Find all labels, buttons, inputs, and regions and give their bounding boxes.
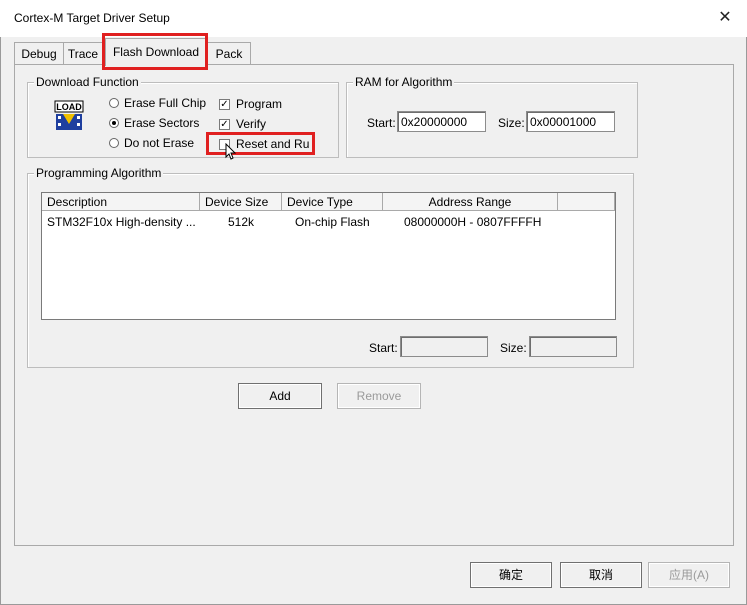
mouse-cursor-icon — [225, 143, 237, 160]
radio-erase-full-chip[interactable] — [109, 98, 119, 108]
cancel-button[interactable]: 取消 — [560, 562, 642, 588]
tab-debug[interactable]: Debug — [14, 42, 64, 65]
svg-text:LOAD: LOAD — [56, 102, 82, 112]
load-icon: LOAD — [54, 100, 84, 130]
remove-button[interactable]: Remove — [337, 383, 421, 409]
algorithm-list[interactable]: Description Device Size Device Type Addr… — [41, 192, 616, 320]
row-device-type: On-chip Flash — [295, 215, 370, 229]
algo-size-label: Size: — [500, 341, 527, 355]
column-header-description[interactable]: Description — [42, 193, 200, 211]
erase-full-chip-label: Erase Full Chip — [124, 96, 207, 110]
column-header-empty — [558, 193, 615, 211]
algo-size-input[interactable] — [529, 336, 617, 357]
radio-do-not-erase[interactable] — [109, 138, 119, 148]
ram-legend: RAM for Algorithm — [353, 75, 455, 89]
row-address-range: 08000000H - 0807FFFFH — [404, 215, 542, 229]
do-not-erase-label: Do not Erase — [124, 136, 195, 150]
close-icon[interactable]: ✕ — [713, 6, 737, 30]
column-header-device-size[interactable]: Device Size — [200, 193, 282, 211]
apply-button[interactable]: 应用(A) — [648, 562, 730, 588]
ram-size-input[interactable]: 0x00001000 — [526, 111, 615, 132]
row-device-size: 512k — [228, 215, 255, 229]
row-description: STM32F10x High-density ... — [47, 215, 196, 229]
program-label: Program — [236, 97, 283, 111]
title-bar: Cortex-M Target Driver Setup ✕ — [0, 0, 747, 37]
column-header-device-type[interactable]: Device Type — [282, 193, 383, 211]
ram-start-label: Start: — [367, 116, 396, 130]
tab-pack[interactable]: Pack — [207, 42, 251, 65]
window-title: Cortex-M Target Driver Setup — [14, 11, 170, 25]
ok-button[interactable]: 确定 — [470, 562, 552, 588]
programming-algorithm-legend: Programming Algorithm — [34, 166, 164, 180]
highlight-tab-box — [102, 33, 208, 70]
download-function-legend: Download Function — [34, 75, 141, 89]
target-driver-setup-dialog: Cortex-M Target Driver Setup ✕ Debug Tra… — [0, 0, 747, 605]
tab-trace[interactable]: Trace — [63, 42, 103, 65]
ram-size-label: Size: — [498, 116, 525, 130]
radio-erase-sectors[interactable] — [109, 118, 119, 128]
column-header-address-range[interactable]: Address Range — [383, 193, 558, 211]
ram-start-input[interactable]: 0x20000000 — [397, 111, 486, 132]
verify-label: Verify — [236, 117, 267, 131]
add-button[interactable]: Add — [238, 383, 322, 409]
erase-sectors-label: Erase Sectors — [124, 116, 200, 130]
highlight-reset-box — [206, 132, 315, 155]
algo-start-input[interactable] — [400, 336, 488, 357]
program-checkbox[interactable]: ✓ — [219, 99, 230, 110]
verify-checkbox[interactable]: ✓ — [219, 119, 230, 130]
algo-start-label: Start: — [369, 341, 398, 355]
